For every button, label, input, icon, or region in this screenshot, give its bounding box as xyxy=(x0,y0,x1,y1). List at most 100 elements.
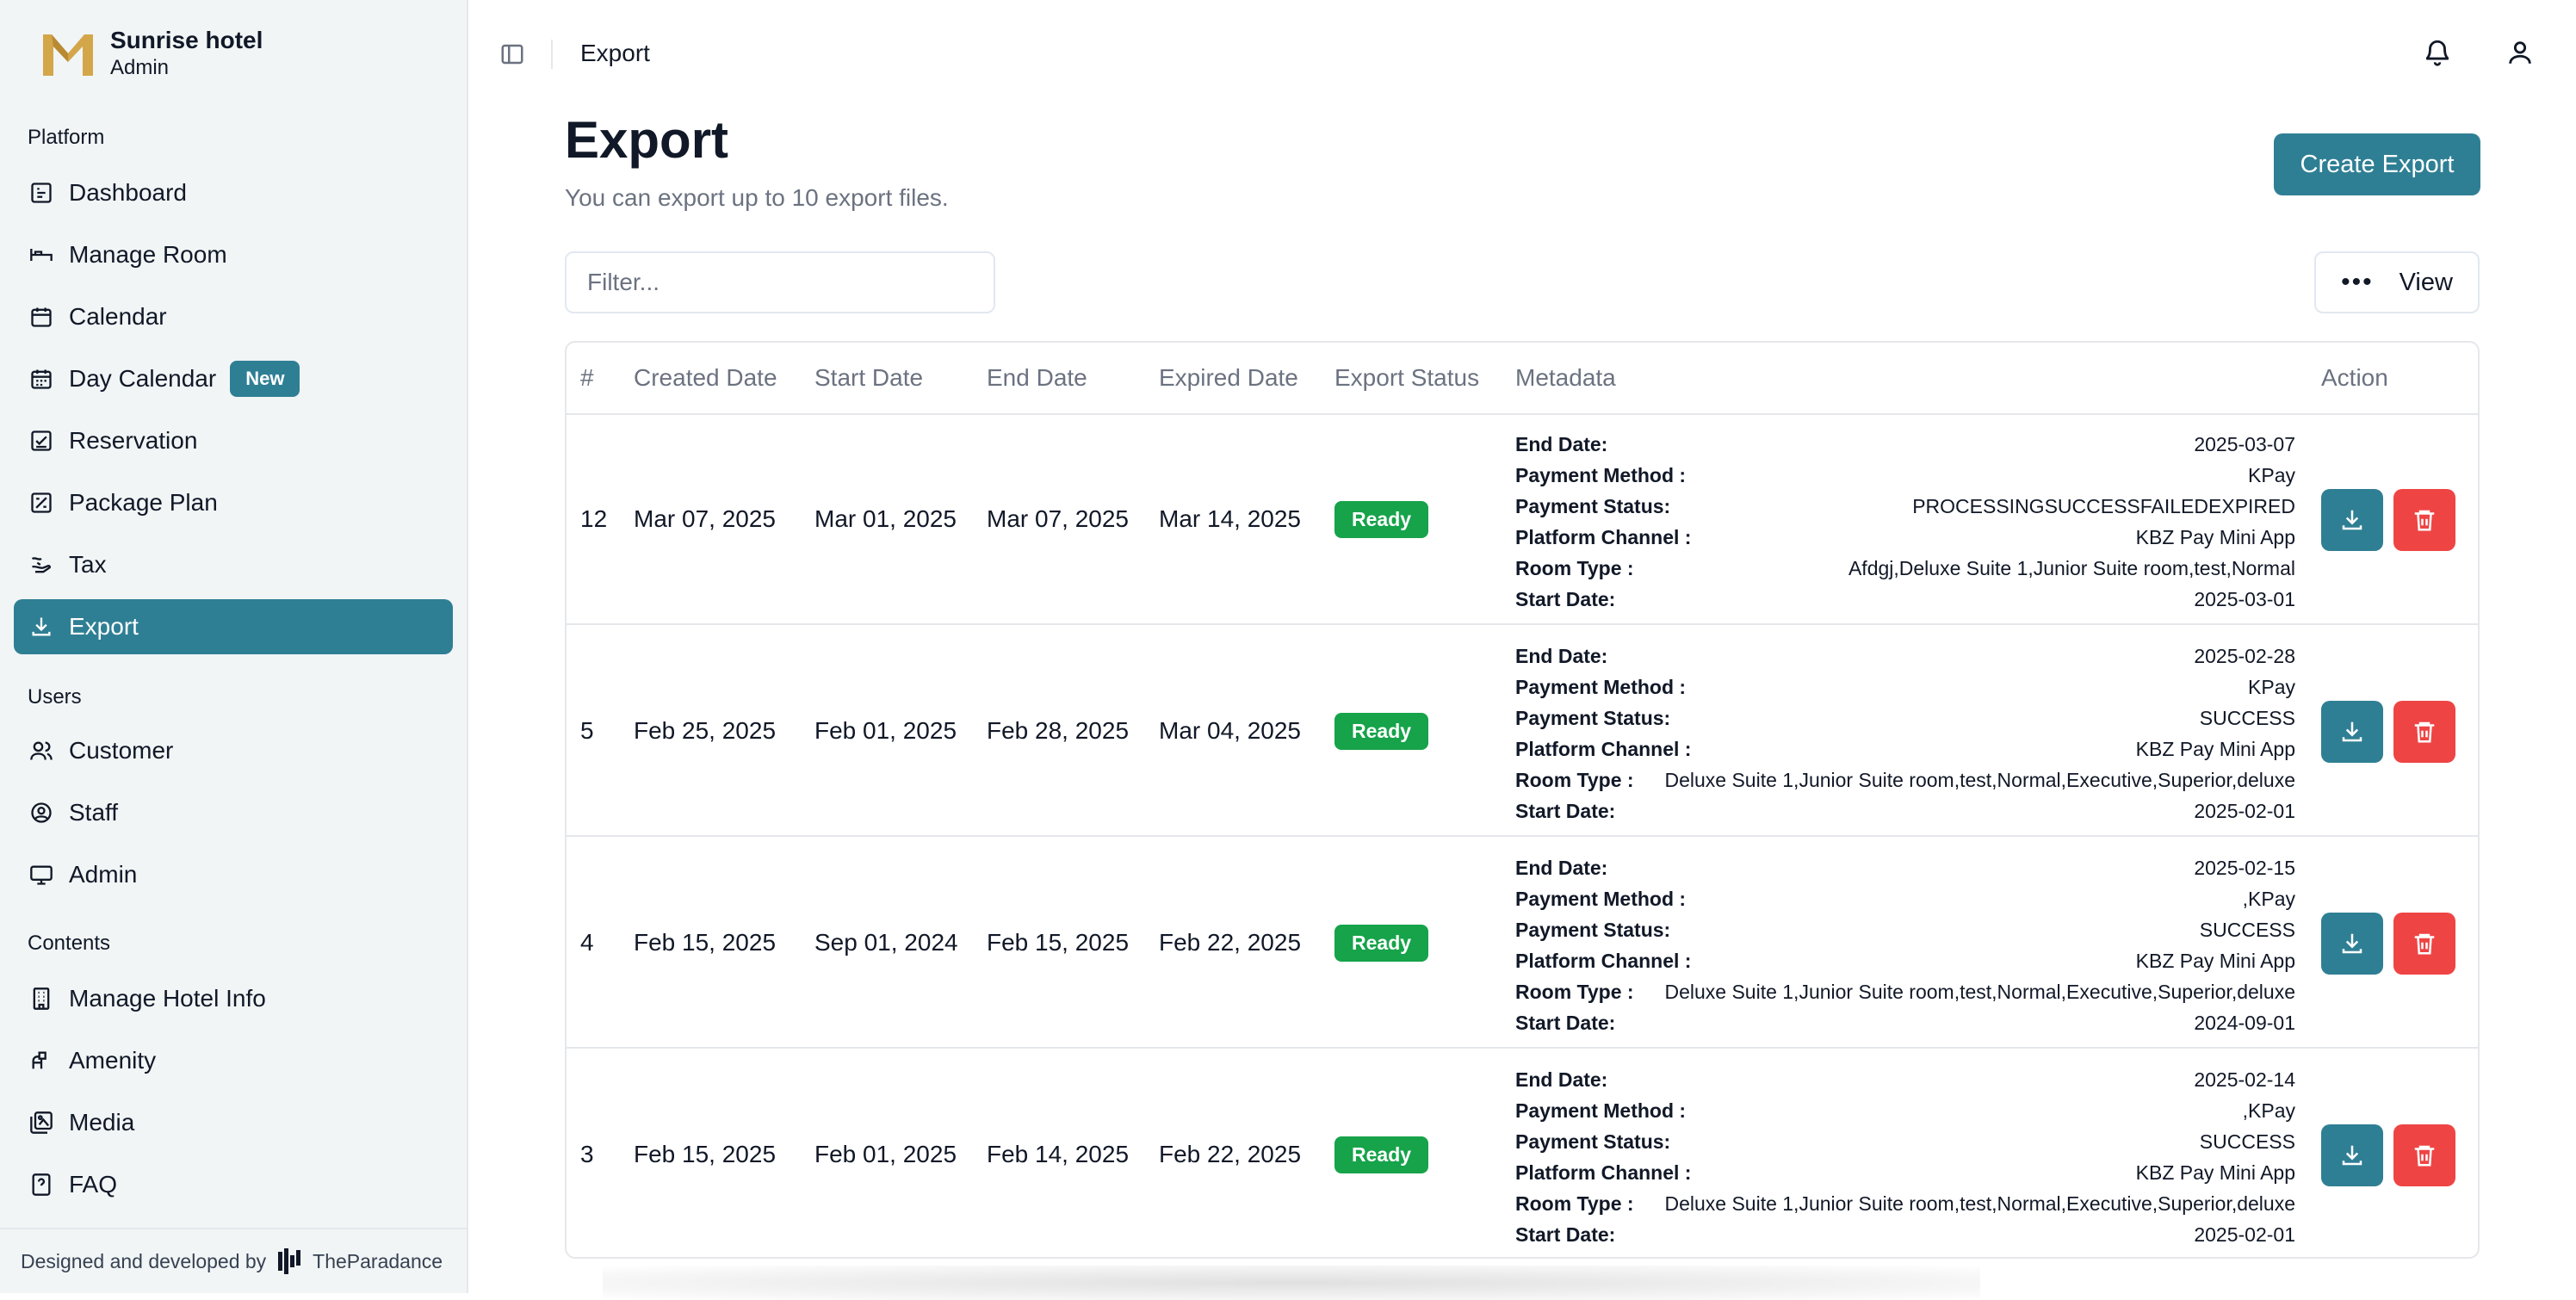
footer-company[interactable]: TheParadance xyxy=(313,1250,443,1273)
brand-subtitle: Admin xyxy=(110,56,170,79)
sidebar-item-reservation[interactable]: Reservation xyxy=(14,413,453,468)
meta-value: KBZ Pay Mini App xyxy=(2135,737,2295,760)
brand-title: Sunrise hotel xyxy=(110,27,263,53)
user-circle-icon xyxy=(28,799,55,826)
sidebar-item-label: Tax xyxy=(69,551,107,578)
sidebar-item-export[interactable]: Export xyxy=(14,599,453,654)
meta-key: End Date: xyxy=(1515,856,1608,879)
sidebar-toggle-icon[interactable] xyxy=(499,41,525,71)
download-icon xyxy=(2342,510,2362,530)
group-label-users: Users xyxy=(28,685,82,709)
sidebar-item-label: Media xyxy=(69,1109,135,1136)
brand[interactable]: Sunrise hotel Admin xyxy=(40,26,263,81)
meta-key: Payment Method : xyxy=(1515,463,1687,486)
more-horizontal-icon: ••• xyxy=(2341,268,2374,296)
meta-value: 2025-02-28 xyxy=(2194,644,2295,667)
sidebar-item-customer[interactable]: Customer xyxy=(14,723,453,778)
start-date: Feb 01, 2025 xyxy=(814,717,957,744)
user-icon[interactable] xyxy=(2505,38,2535,71)
sidebar-item-day-calendar[interactable]: Day Calendar New xyxy=(14,351,453,406)
sidebar-item-media[interactable]: Media xyxy=(14,1095,453,1150)
sidebar-item-faq[interactable]: FAQ xyxy=(14,1157,453,1212)
meta-key: Room Type : xyxy=(1515,768,1634,791)
sidebar-item-package-plan[interactable]: Package Plan xyxy=(14,475,453,530)
breadcrumb: Export xyxy=(580,40,650,66)
package-icon xyxy=(28,489,55,517)
sidebar-item-label: Staff xyxy=(69,799,119,826)
sidebar-item-staff[interactable]: Staff xyxy=(14,785,453,840)
sidebar-item-tax[interactable]: Tax xyxy=(14,537,453,592)
download-button[interactable] xyxy=(2321,1124,2383,1186)
metadata: End Date: 2025-02-14 Payment Method : ,KPa… xyxy=(1515,1064,2295,1250)
sidebar-item-manage-hotel-info[interactable]: Manage Hotel Info xyxy=(14,971,453,1026)
download-icon xyxy=(2342,933,2362,954)
status-badge: Ready xyxy=(1334,924,1429,962)
users-icon xyxy=(28,737,55,765)
end-date: Feb 15, 2025 xyxy=(987,929,1130,956)
download-icon xyxy=(2342,1145,2362,1166)
meta-value: 2025-03-01 xyxy=(2194,587,2295,610)
sidebar-item-label: Day Calendar xyxy=(69,365,217,392)
meta-value: Afdgj,Deluxe Suite 1,Junior Suite room,t… xyxy=(1848,556,2295,579)
footer-text: Designed and developed by xyxy=(21,1249,267,1272)
meta-value: SUCCESS xyxy=(2199,918,2295,941)
hotel-logo-icon xyxy=(43,34,93,76)
reservation-icon xyxy=(28,427,55,455)
filter-input[interactable] xyxy=(565,251,995,313)
column-header: # xyxy=(580,364,594,391)
delete-button[interactable] xyxy=(2393,1124,2455,1186)
sidebar-item-label: Admin xyxy=(69,861,138,888)
table-row: 12 Mar 07, 2025 Mar 01, 2025 Mar 07, 202… xyxy=(567,413,2478,625)
delete-button[interactable] xyxy=(2393,701,2455,763)
faq-icon xyxy=(28,1171,55,1198)
meta-value: ,KPay xyxy=(2242,1099,2295,1122)
start-date: Mar 01, 2025 xyxy=(814,505,957,532)
sidebar-item-dashboard[interactable]: Dashboard xyxy=(14,165,453,220)
meta-value: KPay xyxy=(2248,675,2295,698)
metadata: End Date: 2025-03-07 Payment Method : KPay… xyxy=(1515,429,2295,615)
group-label-platform: Platform xyxy=(28,126,105,149)
metadata: End Date: 2025-02-28 Payment Method : KPay… xyxy=(1515,641,2295,826)
trash-icon xyxy=(2414,1145,2435,1167)
sidebar-item-admin[interactable]: Admin xyxy=(14,847,453,902)
bell-icon[interactable] xyxy=(2423,38,2452,71)
download-button[interactable] xyxy=(2321,489,2383,551)
sidebar-item-label: Customer xyxy=(69,737,174,764)
expired-date: Feb 22, 2025 xyxy=(1159,1141,1302,1167)
topbar-divider xyxy=(551,40,553,69)
meta-value: 2025-02-14 xyxy=(2194,1068,2295,1091)
sidebar-item-manage-room[interactable]: Manage Room xyxy=(14,227,453,282)
view-button[interactable]: ••• View xyxy=(2314,251,2480,313)
meta-value: 2025-02-01 xyxy=(2194,799,2295,822)
sidebar-item-label: Amenity xyxy=(69,1047,157,1074)
sidebar-item-amenity[interactable]: Amenity xyxy=(14,1033,453,1088)
meta-key: Room Type : xyxy=(1515,1192,1634,1215)
create-export-button[interactable]: Create Export xyxy=(2274,133,2480,195)
row-id: 5 xyxy=(580,717,594,744)
meta-value: Deluxe Suite 1,Junior Suite room,test,No… xyxy=(1664,980,2295,1003)
download-button[interactable] xyxy=(2321,913,2383,975)
meta-value: 2025-02-15 xyxy=(2194,856,2295,879)
amenity-icon xyxy=(28,1047,55,1074)
delete-button[interactable] xyxy=(2393,913,2455,975)
monitor-icon xyxy=(28,861,55,888)
sidebar-item-label: Manage Room xyxy=(69,241,227,268)
page-subtitle: You can export up to 10 export files. xyxy=(565,184,949,211)
delete-button[interactable] xyxy=(2393,489,2455,551)
sidebar-footer: Designed and developed by TheParadance xyxy=(0,1228,468,1293)
download-button[interactable] xyxy=(2321,701,2383,763)
end-date: Feb 14, 2025 xyxy=(987,1141,1130,1167)
sidebar-item-label: FAQ xyxy=(69,1171,118,1198)
meta-key: Room Type : xyxy=(1515,980,1634,1003)
meta-key: Payment Status: xyxy=(1515,1130,1671,1153)
status-badge: Ready xyxy=(1334,1136,1429,1173)
meta-key: Start Date: xyxy=(1515,1223,1616,1246)
calendar-days-icon xyxy=(28,365,55,393)
meta-key: End Date: xyxy=(1515,1068,1608,1091)
metadata: End Date: 2025-02-15 Payment Method : ,KPa… xyxy=(1515,852,2295,1038)
meta-value: KBZ Pay Mini App xyxy=(2135,949,2295,972)
table-row: 5 Feb 25, 2025 Feb 01, 2025 Feb 28, 2025… xyxy=(567,625,2478,837)
sidebar-item-calendar[interactable]: Calendar xyxy=(14,289,453,344)
meta-key: Start Date: xyxy=(1515,587,1616,610)
end-date: Mar 07, 2025 xyxy=(987,505,1129,532)
